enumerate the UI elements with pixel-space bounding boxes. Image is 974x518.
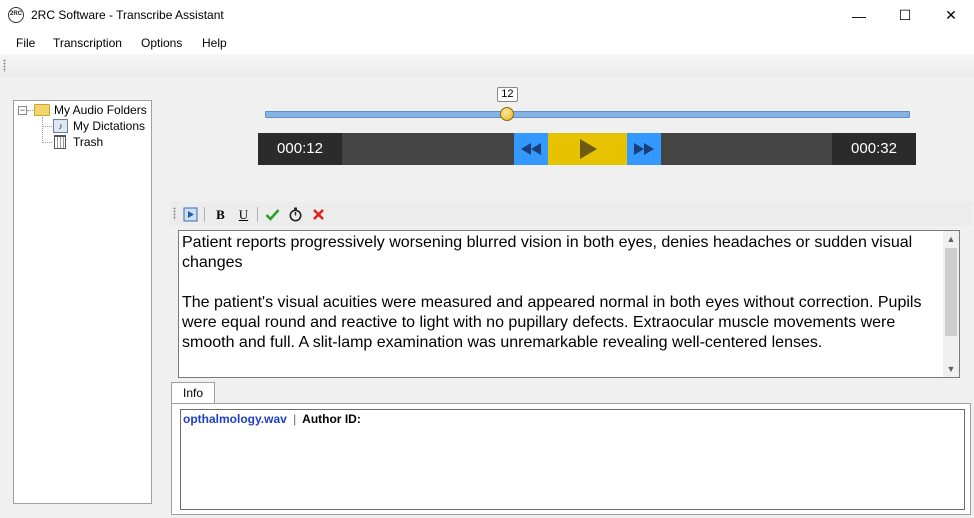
rewind-button[interactable] [514,133,548,165]
play-icon [579,139,597,159]
menu-transcription[interactable]: Transcription [53,36,122,50]
play-button[interactable] [548,133,627,165]
toolbar-separator [257,207,258,222]
tree-expander-collapse[interactable]: − [18,106,27,115]
toolbar-separator [204,207,205,222]
bold-icon[interactable]: B [212,206,229,223]
transcription-text[interactable]: Patient reports progressively worsening … [182,233,942,373]
close-button[interactable]: ✕ [928,0,974,31]
fast-forward-button[interactable] [627,133,661,165]
tree-connector [27,110,33,111]
window-title: 2RC Software - Transcribe Assistant [31,8,224,22]
tree-connector [42,117,43,143]
folder-icon [34,104,50,116]
transcription-paragraph[interactable]: Patient reports progressively worsening … [182,233,942,273]
underline-icon[interactable]: U [235,206,252,223]
transcription-paragraph[interactable]: The patient's visual acuities were measu… [182,293,942,353]
playback-position-slider[interactable] [265,111,910,118]
tree-item-trash[interactable]: Trash [73,134,103,150]
delete-x-icon[interactable] [310,206,327,223]
info-line: opthalmology.wav | Author ID: [183,412,361,426]
audio-filename: opthalmology.wav [183,412,287,426]
slider-position-tooltip: 12 [496,87,518,102]
scrollbar-thumb[interactable] [945,248,957,336]
timer-icon[interactable] [287,206,304,223]
total-time: 000:32 [832,133,916,165]
tree-connector [42,142,52,143]
tree-item-my-audio-folders[interactable]: My Audio Folders [54,102,147,118]
tab-info[interactable]: Info [171,382,215,404]
tree-item-my-dictations[interactable]: My Dictations [73,118,145,134]
title-bar: 2RC 2RC Software - Transcribe Assistant … [0,0,974,31]
trash-icon [54,135,66,149]
editor-toolbar: B U [170,202,972,226]
elapsed-time: 000:12 [258,133,342,165]
scroll-down-icon[interactable]: ▼ [943,361,959,377]
tool-strip [0,54,974,78]
insert-audio-icon[interactable] [182,206,199,223]
checkmark-icon[interactable] [264,206,281,223]
toolbar-grip[interactable] [173,207,176,220]
folder-tree: − My Audio Folders ♪ My Dictations Trash [13,100,152,504]
maximize-button[interactable]: ☐ [882,0,928,31]
info-panel: opthalmology.wav | Author ID: [171,403,971,515]
info-separator: | [293,412,297,426]
player-controls: 000:12 000:32 [258,133,916,165]
menu-file[interactable]: File [16,36,35,50]
editor-scrollbar[interactable]: ▲ ▼ [943,231,959,377]
author-id-label: Author ID: [302,412,361,426]
scroll-up-icon[interactable]: ▲ [943,231,959,247]
tree-connector [42,126,52,127]
rewind-icon [521,143,541,155]
slider-thumb[interactable] [499,107,514,121]
info-box: opthalmology.wav | Author ID: [180,409,965,510]
minimize-button[interactable]: — [836,0,882,31]
menu-options[interactable]: Options [141,36,182,50]
transcription-editor[interactable]: Patient reports progressively worsening … [178,230,960,378]
app-logo-icon: 2RC [8,7,24,23]
menu-help[interactable]: Help [202,36,227,50]
speaker-icon: ♪ [53,119,68,133]
menu-bar: File Transcription Options Help [0,31,974,54]
fast-forward-icon [634,143,654,155]
toolstrip-grip[interactable] [3,59,6,72]
